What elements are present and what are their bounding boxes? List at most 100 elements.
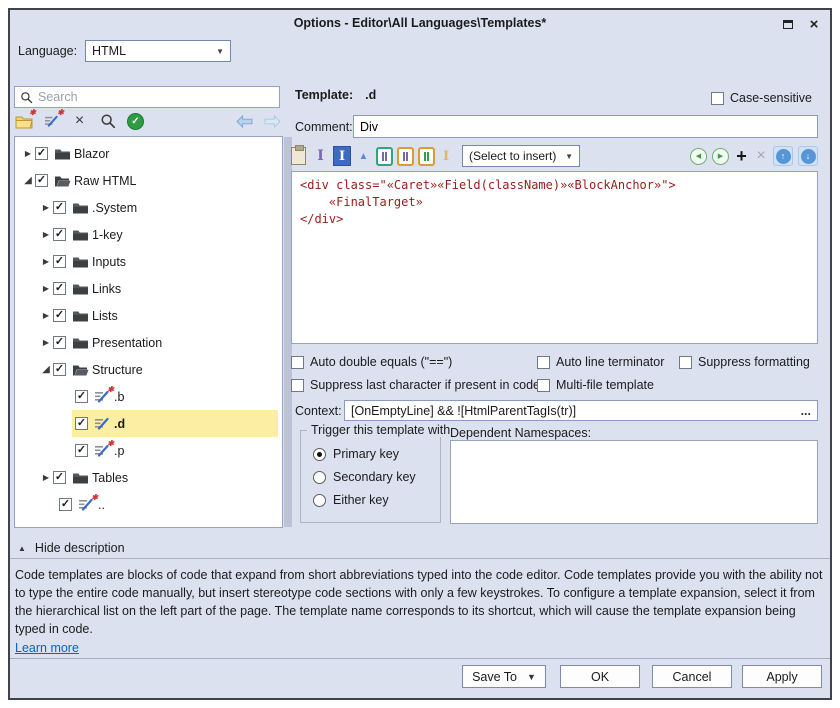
multi-file-template-checkbox[interactable] bbox=[537, 379, 550, 392]
checkbox[interactable]: ✓ bbox=[53, 228, 66, 241]
check-icon: ✓ bbox=[55, 364, 64, 375]
expander-icon[interactable]: ▶ bbox=[39, 338, 53, 347]
tree-item-template-p[interactable]: ✓ ✱ .p bbox=[15, 437, 278, 464]
new-category-button[interactable]: ✱ bbox=[14, 112, 33, 131]
context-field[interactable]: [OnEmptyLine] && ![HtmlParentTagIs(tr)] … bbox=[344, 400, 818, 421]
select-to-insert-dropdown[interactable]: (Select to insert) ▼ bbox=[462, 145, 580, 167]
tree-item-presentation[interactable]: ▶ ✓ Presentation bbox=[15, 329, 278, 356]
move-up-button[interactable]: ↑ bbox=[773, 146, 793, 166]
checkbox[interactable]: ✓ bbox=[53, 282, 66, 295]
checkbox[interactable]: ✓ bbox=[75, 417, 88, 430]
search-box[interactable] bbox=[14, 86, 280, 108]
maximize-button[interactable] bbox=[778, 15, 798, 33]
find-button[interactable] bbox=[98, 112, 117, 131]
expander-icon[interactable]: ▶ bbox=[39, 311, 53, 320]
caret-marker-selected-icon[interactable]: I bbox=[333, 146, 351, 166]
suppress-last-character-option[interactable]: Suppress last character if present in co… bbox=[291, 378, 540, 392]
checkbox[interactable]: ✓ bbox=[53, 201, 66, 214]
apply-button[interactable]: Apply bbox=[742, 665, 822, 688]
hide-description-toggle[interactable]: ▲ Hide description bbox=[18, 541, 125, 555]
namespaces-textarea[interactable] bbox=[450, 440, 818, 524]
expander-icon[interactable]: ▶ bbox=[39, 203, 53, 212]
tree-item-1key[interactable]: ▶ ✓ 1-key bbox=[15, 221, 278, 248]
template-icon: ✱ bbox=[94, 443, 111, 458]
secondary-key-radio[interactable] bbox=[313, 471, 326, 484]
context-browse-button[interactable]: ... bbox=[801, 404, 811, 418]
field-marker-green-icon[interactable] bbox=[376, 147, 393, 166]
tree-item-tables[interactable]: ▶ ✓ Tables bbox=[15, 464, 278, 491]
new-template-button[interactable]: ✱ bbox=[42, 112, 61, 131]
template-name: .d bbox=[365, 88, 376, 102]
expander-icon[interactable]: ▶ bbox=[21, 149, 35, 158]
auto-line-terminator-option[interactable]: Auto line terminator bbox=[537, 355, 664, 369]
tree-item-template-d-selected[interactable]: ✓ .d bbox=[15, 410, 278, 437]
field-marker-orange-icon[interactable] bbox=[397, 147, 414, 166]
tree-item-system[interactable]: ▶ ✓ .System bbox=[15, 194, 278, 221]
language-select[interactable]: HTML ▼ bbox=[85, 40, 231, 62]
expander-icon[interactable]: ◢ bbox=[39, 364, 53, 375]
navigate-forward-button[interactable] bbox=[263, 112, 282, 131]
close-button[interactable]: × bbox=[804, 15, 824, 33]
maximize-icon bbox=[783, 20, 793, 29]
either-key-option[interactable]: Either key bbox=[313, 493, 389, 507]
checkbox[interactable]: ✓ bbox=[35, 147, 48, 160]
tree-item-inputs[interactable]: ▶ ✓ Inputs bbox=[15, 248, 278, 275]
checkbox[interactable]: ✓ bbox=[75, 390, 88, 403]
search-input[interactable] bbox=[38, 90, 274, 104]
case-sensitive-checkbox[interactable] bbox=[711, 92, 724, 105]
tree-item-blazor[interactable]: ▶ ✓ Blazor bbox=[15, 140, 278, 167]
learn-more-link[interactable]: Learn more bbox=[15, 639, 79, 657]
add-button[interactable]: + bbox=[734, 147, 749, 165]
block-anchor-icon[interactable]: ▲ bbox=[355, 151, 372, 162]
expander-icon[interactable]: ▶ bbox=[39, 230, 53, 239]
secondary-key-option[interactable]: Secondary key bbox=[313, 470, 416, 484]
expander-icon[interactable]: ▶ bbox=[39, 257, 53, 266]
field-marker-orange-green-icon[interactable] bbox=[418, 147, 435, 166]
auto-double-equals-checkbox[interactable] bbox=[291, 356, 304, 369]
ok-button[interactable]: OK bbox=[560, 665, 640, 688]
case-sensitive-option[interactable]: Case-sensitive bbox=[711, 91, 812, 105]
template-code-editor[interactable]: <div class="«Caret»«Field(className)»«Bl… bbox=[291, 171, 818, 344]
caret-marker-icon[interactable]: I bbox=[312, 148, 329, 164]
move-down-button[interactable]: ↓ bbox=[798, 146, 818, 166]
tree-item-raw-html[interactable]: ◢ ✓ Raw HTML bbox=[15, 167, 278, 194]
comment-input[interactable] bbox=[360, 120, 811, 134]
suppress-last-character-checkbox[interactable] bbox=[291, 379, 304, 392]
either-key-radio[interactable] bbox=[313, 494, 326, 507]
expander-icon[interactable]: ▶ bbox=[39, 473, 53, 482]
save-to-button[interactable]: Save To ▼ bbox=[462, 665, 546, 688]
tree-item-lists[interactable]: ▶ ✓ Lists bbox=[15, 302, 278, 329]
checkbox[interactable]: ✓ bbox=[53, 471, 66, 484]
prev-field-button[interactable]: ◀ bbox=[690, 148, 707, 165]
tree-item-structure[interactable]: ◢ ✓ Structure bbox=[15, 356, 278, 383]
remove-button[interactable]: × bbox=[754, 148, 768, 164]
enable-all-button[interactable]: ✓ bbox=[126, 112, 145, 131]
final-target-icon[interactable]: I bbox=[439, 149, 453, 164]
dropdown-arrow-icon: ▼ bbox=[527, 672, 536, 682]
tree-item-template-b[interactable]: ✓ ✱ .b bbox=[15, 383, 278, 410]
navigate-back-button[interactable] bbox=[235, 112, 254, 131]
expander-icon[interactable]: ◢ bbox=[21, 175, 35, 186]
checkbox[interactable]: ✓ bbox=[53, 336, 66, 349]
checkbox[interactable]: ✓ bbox=[53, 309, 66, 322]
multi-file-template-option[interactable]: Multi-file template bbox=[537, 378, 654, 392]
checkbox[interactable]: ✓ bbox=[75, 444, 88, 457]
auto-line-terminator-checkbox[interactable] bbox=[537, 356, 550, 369]
suppress-formatting-option[interactable]: Suppress formatting bbox=[679, 355, 810, 369]
expander-icon[interactable]: ▶ bbox=[39, 284, 53, 293]
next-field-button[interactable]: ▶ bbox=[712, 148, 729, 165]
auto-double-equals-option[interactable]: Auto double equals ("==") bbox=[291, 355, 452, 369]
suppress-formatting-checkbox[interactable] bbox=[679, 356, 692, 369]
tree-item-links[interactable]: ▶ ✓ Links bbox=[15, 275, 278, 302]
checkbox[interactable]: ✓ bbox=[53, 255, 66, 268]
primary-key-option[interactable]: Primary key bbox=[313, 447, 399, 461]
tree-item-template-dots[interactable]: ✓ ✱ .. bbox=[15, 491, 278, 518]
checkbox[interactable]: ✓ bbox=[35, 174, 48, 187]
checkbox[interactable]: ✓ bbox=[59, 498, 72, 511]
primary-key-radio[interactable] bbox=[313, 448, 326, 461]
delete-button[interactable]: × bbox=[70, 112, 89, 131]
forward-arrow-icon bbox=[264, 115, 281, 128]
cancel-button[interactable]: Cancel bbox=[652, 665, 732, 688]
checkbox[interactable]: ✓ bbox=[53, 363, 66, 376]
paste-icon[interactable] bbox=[291, 147, 306, 165]
